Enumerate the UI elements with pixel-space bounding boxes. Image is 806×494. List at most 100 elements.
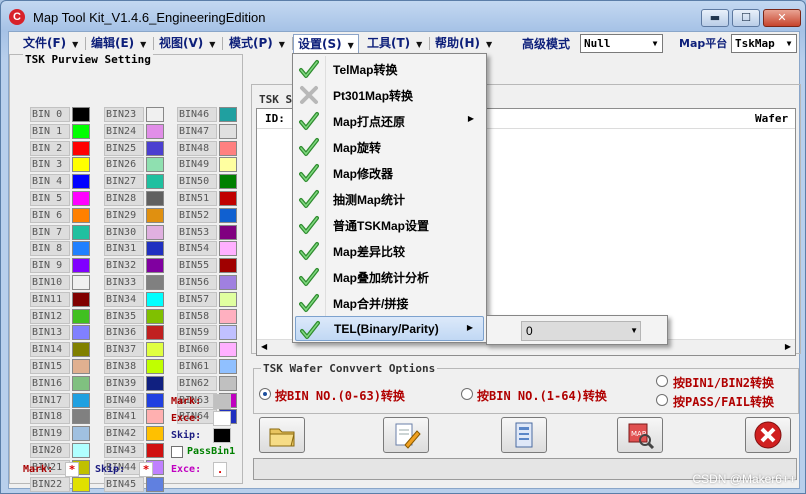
map-platform-select[interactable]: TskMap ▼ xyxy=(731,34,797,53)
exit-button[interactable] xyxy=(745,417,791,453)
bin-color-swatch[interactable] xyxy=(72,443,90,458)
close-window-button[interactable]: ✕ xyxy=(763,9,801,27)
bin-color-swatch[interactable] xyxy=(72,342,90,358)
settings-menu-item[interactable]: Map合并/拼接 xyxy=(295,290,484,315)
skip-char-input[interactable]: * xyxy=(139,462,153,477)
column-header-wafer[interactable]: Wafer xyxy=(755,112,788,125)
bin-color-swatch[interactable] xyxy=(146,224,164,240)
menu-tools[interactable]: 工具(T) ▼ xyxy=(363,34,431,53)
bin-color-swatch[interactable] xyxy=(146,443,164,458)
settings-menu-item[interactable]: Map旋转 xyxy=(295,134,484,159)
bin-color-swatch[interactable] xyxy=(72,359,90,374)
map-search-button[interactable]: MAP xyxy=(617,417,663,453)
settings-menu-item[interactable]: Map修改器 xyxy=(295,160,484,185)
bin-color-swatch[interactable] xyxy=(72,275,90,290)
bin-color-swatch[interactable] xyxy=(146,308,164,324)
bin-color-swatch[interactable] xyxy=(146,275,164,290)
bin-color-swatch[interactable] xyxy=(219,375,237,391)
bin-color-swatch[interactable] xyxy=(146,409,164,425)
bin-color-swatch[interactable] xyxy=(219,258,237,274)
bin-color-swatch[interactable] xyxy=(219,123,237,139)
bin-color-swatch[interactable] xyxy=(72,409,90,425)
settings-menu-item[interactable]: Map打点还原 ▶ xyxy=(295,108,484,133)
bin-color-swatch[interactable] xyxy=(146,157,164,173)
bin-color-swatch[interactable] xyxy=(146,174,164,190)
bin-color-swatch[interactable] xyxy=(146,291,164,307)
bin-color-swatch[interactable] xyxy=(219,359,237,374)
bin-color-swatch[interactable] xyxy=(72,476,90,492)
radio-bin-1-64[interactable] xyxy=(461,388,473,400)
bin-color-swatch[interactable] xyxy=(72,140,90,156)
settings-menu-item[interactable]: TelMap转换 xyxy=(295,56,484,81)
bin-color-swatch[interactable] xyxy=(72,157,90,173)
bin-color-swatch[interactable] xyxy=(72,325,90,341)
bin-color-swatch[interactable] xyxy=(146,191,164,206)
edit-document-button[interactable] xyxy=(383,417,429,453)
mark-char-input[interactable]: * xyxy=(65,462,79,477)
passbin1-checkbox[interactable] xyxy=(171,446,183,458)
bin-color-swatch[interactable] xyxy=(72,392,90,408)
settings-menu-item[interactable]: 抽测Map统计 xyxy=(295,186,484,211)
bin-color-swatch[interactable] xyxy=(72,191,90,206)
radio-bin-0-63[interactable] xyxy=(259,388,271,400)
bin-color-swatch[interactable] xyxy=(146,426,164,442)
menu-settings[interactable]: 设置(S) ▼ xyxy=(293,34,359,53)
skip-color-swatch[interactable] xyxy=(213,428,231,443)
settings-menu-item[interactable]: TEL(Binary/Parity) ▶ xyxy=(295,316,484,341)
menu-file[interactable]: 文件(F) ▼ xyxy=(19,34,87,53)
bin-color-swatch[interactable] xyxy=(219,275,237,290)
bin-color-swatch[interactable] xyxy=(146,207,164,223)
bin-color-swatch[interactable] xyxy=(219,241,237,257)
bin-color-swatch[interactable] xyxy=(219,157,237,173)
tel-value-select[interactable]: 0 ▼ xyxy=(521,321,641,341)
advanced-mode-select[interactable]: Null ▼ xyxy=(580,34,663,53)
menu-view[interactable]: 视图(V) ▼ xyxy=(155,34,224,53)
bin-color-swatch[interactable] xyxy=(219,325,237,341)
open-folder-button[interactable] xyxy=(259,417,305,453)
bin-color-swatch[interactable] xyxy=(146,392,164,408)
settings-menu-item[interactable]: Map差异比较 xyxy=(295,238,484,263)
bin-color-swatch[interactable] xyxy=(219,207,237,223)
settings-menu-item[interactable]: Map叠加统计分析 xyxy=(295,264,484,289)
bin-color-swatch[interactable] xyxy=(219,174,237,190)
settings-menu-item[interactable]: Pt301Map转换 xyxy=(295,82,484,107)
bin-color-swatch[interactable] xyxy=(219,191,237,206)
bin-color-swatch[interactable] xyxy=(146,241,164,257)
bin-color-swatch[interactable] xyxy=(146,107,164,122)
menu-help[interactable]: 帮助(H) ▼ xyxy=(431,34,496,53)
bin-color-swatch[interactable] xyxy=(219,107,237,122)
bin-color-swatch[interactable] xyxy=(72,375,90,391)
scroll-right-icon[interactable]: ▶ xyxy=(785,342,791,351)
bin-color-swatch[interactable] xyxy=(72,107,90,122)
bin-color-swatch[interactable] xyxy=(146,325,164,341)
bin-color-swatch[interactable] xyxy=(146,123,164,139)
bin-color-swatch[interactable] xyxy=(72,174,90,190)
minimize-button[interactable]: ▬ xyxy=(701,9,729,27)
report-button[interactable] xyxy=(501,417,547,453)
bin-color-swatch[interactable] xyxy=(146,342,164,358)
bin-color-swatch[interactable] xyxy=(72,308,90,324)
bin-color-swatch[interactable] xyxy=(72,426,90,442)
bin-color-swatch[interactable] xyxy=(219,291,237,307)
bin-color-swatch[interactable] xyxy=(219,342,237,358)
bin-color-swatch[interactable] xyxy=(219,140,237,156)
bin-color-swatch[interactable] xyxy=(146,476,164,492)
bin-color-swatch[interactable] xyxy=(146,140,164,156)
scroll-left-icon[interactable]: ◀ xyxy=(261,342,267,351)
bin-color-swatch[interactable] xyxy=(146,375,164,391)
exce-char-input[interactable]: . xyxy=(213,462,227,477)
exce-color-swatch[interactable] xyxy=(213,411,231,426)
bin-color-swatch[interactable] xyxy=(72,241,90,257)
maximize-button[interactable]: ☐ xyxy=(732,9,760,27)
mark-color-swatch[interactable] xyxy=(213,394,231,409)
menu-mode[interactable]: 模式(P) ▼ xyxy=(225,34,293,53)
radio-bin1-bin2[interactable] xyxy=(656,375,668,387)
bin-color-swatch[interactable] xyxy=(72,291,90,307)
title-bar[interactable]: C Map Tool Kit_V1.4.6_EngineeringEdition… xyxy=(1,1,806,31)
settings-menu-item[interactable]: 普通TSKMap设置 xyxy=(295,212,484,237)
bin-color-swatch[interactable] xyxy=(72,123,90,139)
menu-edit[interactable]: 编辑(E) ▼ xyxy=(87,34,155,53)
radio-pass-fail[interactable] xyxy=(656,394,668,406)
bin-color-swatch[interactable] xyxy=(72,258,90,274)
bin-color-swatch[interactable] xyxy=(72,207,90,223)
